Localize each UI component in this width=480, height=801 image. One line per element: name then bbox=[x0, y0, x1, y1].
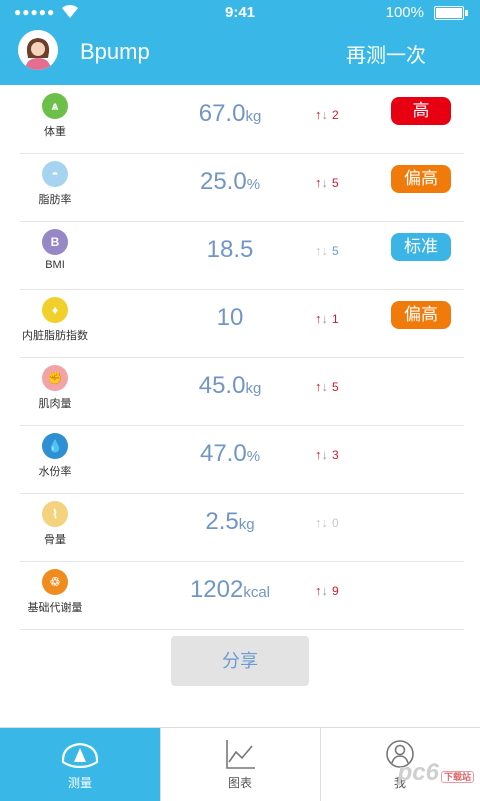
arrow-down-icon: ↓ bbox=[321, 583, 329, 598]
metric-value: 18.5 bbox=[206, 236, 254, 263]
metric-trend: ↑↓ 9 bbox=[315, 583, 339, 598]
avatar[interactable] bbox=[18, 30, 58, 70]
share-button[interactable]: 分享 bbox=[171, 636, 309, 686]
tab-measure-label: 测量 bbox=[67, 776, 92, 790]
metric-unit: % bbox=[246, 448, 261, 465]
metric-change: 2 bbox=[332, 108, 339, 122]
status-bar: ●●●●● 9:41 100% bbox=[0, 0, 480, 26]
metric-row[interactable]: ✊ 肌肉量 45.0kg ↑↓ 5 bbox=[20, 357, 464, 426]
metric-unit: kg bbox=[245, 380, 262, 397]
metric-label: 内脏脂肪指数 bbox=[22, 330, 88, 342]
metric-change: 3 bbox=[332, 448, 339, 462]
metric-label: 基础代谢量 bbox=[27, 602, 83, 614]
metric-change: 1 bbox=[332, 312, 339, 326]
metric-row[interactable]: ♲ 基础代谢量 1202kcal ↑↓ 9 bbox=[20, 561, 464, 630]
tab-chart-label: 图表 bbox=[227, 776, 252, 790]
metric-trend: ↑↓ 5 bbox=[315, 379, 339, 394]
metric-value: 67.0kg bbox=[198, 100, 262, 127]
bone-icon: ⌇ bbox=[42, 501, 68, 527]
metric-value: 10 bbox=[216, 304, 244, 331]
app-header: ●●●●● 9:41 100% Bpump 再测一次 bbox=[0, 0, 480, 85]
metric-value: 25.0% bbox=[199, 168, 261, 195]
metric-label: 骨量 bbox=[44, 534, 66, 546]
metric-label: 水份率 bbox=[38, 466, 72, 478]
metric-change: 5 bbox=[332, 380, 339, 394]
metric-row[interactable]: 💧 水份率 47.0% ↑↓ 3 bbox=[20, 425, 464, 494]
status-badge: 标准 bbox=[391, 233, 451, 261]
metric-change: 0 bbox=[332, 516, 339, 530]
metric-unit: % bbox=[246, 176, 261, 193]
bottom-tab-bar: 测量 图表 我 pc6 下载站 bbox=[0, 727, 480, 801]
status-badge: 偏高 bbox=[391, 165, 451, 193]
muscle-icon: ✊ bbox=[42, 365, 68, 391]
metric-unit: kg bbox=[238, 516, 255, 533]
metric-label: 肌肉量 bbox=[38, 398, 72, 410]
arrow-down-icon: ↓ bbox=[321, 311, 329, 326]
visceral-fat-icon: ♦ bbox=[42, 297, 68, 323]
arrow-down-icon: ↓ bbox=[321, 175, 329, 190]
metric-trend: ↑↓ 3 bbox=[315, 447, 339, 462]
tab-measure[interactable]: 测量 bbox=[0, 728, 160, 801]
arrow-down-icon: ↓ bbox=[321, 243, 329, 258]
arrow-down-icon: ↓ bbox=[321, 379, 329, 394]
battery-icon bbox=[434, 6, 468, 20]
metric-row[interactable]: ѧ 体重 67.0kg ↑↓ 2 高 bbox=[20, 85, 464, 154]
metric-value: 47.0% bbox=[199, 440, 261, 467]
status-badge: 偏高 bbox=[391, 301, 451, 329]
bmi-icon: B bbox=[42, 229, 68, 255]
water-drop-icon: 💧 bbox=[42, 433, 68, 459]
retest-button[interactable]: 再测一次 bbox=[346, 39, 426, 68]
battery-percentage: 100% bbox=[385, 4, 424, 21]
metric-row[interactable]: B BMI 18.5 ↑↓ 5 标准 bbox=[20, 221, 464, 290]
weight-icon: ѧ bbox=[42, 93, 68, 119]
arrow-down-icon: ↓ bbox=[321, 447, 329, 462]
metric-value: 2.5kg bbox=[205, 508, 255, 535]
watermark-logo: pc6 下载站 bbox=[398, 759, 474, 787]
metric-trend: ↑↓ 1 bbox=[315, 311, 339, 326]
tab-chart[interactable]: 图表 bbox=[160, 728, 320, 801]
fat-icon: ◓ bbox=[42, 161, 68, 187]
metric-change: 9 bbox=[332, 584, 339, 598]
metric-row[interactable]: ⌇ 骨量 2.5kg ↑↓ 0 bbox=[20, 493, 464, 562]
metric-trend: ↑↓ 5 bbox=[315, 175, 339, 190]
metric-unit: kcal bbox=[243, 584, 271, 601]
arrow-down-icon: ↓ bbox=[321, 107, 329, 122]
metric-change: 5 bbox=[332, 244, 339, 258]
metric-row[interactable]: ◓ 脂肪率 25.0% ↑↓ 5 偏高 bbox=[20, 153, 464, 222]
metric-label: 脂肪率 bbox=[38, 194, 72, 206]
app-title: Bpump bbox=[80, 39, 150, 64]
status-badge: 高 bbox=[391, 97, 451, 125]
metric-label: 体重 bbox=[44, 126, 66, 138]
metric-value: 1202kcal bbox=[189, 576, 271, 603]
metric-value: 45.0kg bbox=[198, 372, 262, 399]
metric-label: BMI bbox=[45, 259, 65, 271]
metric-row[interactable]: ♦ 内脏脂肪指数 10 ↑↓ 1 偏高 bbox=[20, 289, 464, 358]
metric-change: 5 bbox=[332, 176, 339, 190]
arrow-down-icon: ↓ bbox=[321, 515, 329, 530]
metric-trend: ↑↓ 2 bbox=[315, 107, 339, 122]
line-chart-icon bbox=[220, 736, 260, 772]
metric-unit: kg bbox=[245, 108, 262, 125]
gauge-icon bbox=[60, 736, 100, 772]
metabolism-icon: ♲ bbox=[42, 569, 68, 595]
metric-trend: ↑↓ 0 bbox=[315, 515, 339, 530]
metric-trend: ↑↓ 5 bbox=[315, 243, 339, 258]
